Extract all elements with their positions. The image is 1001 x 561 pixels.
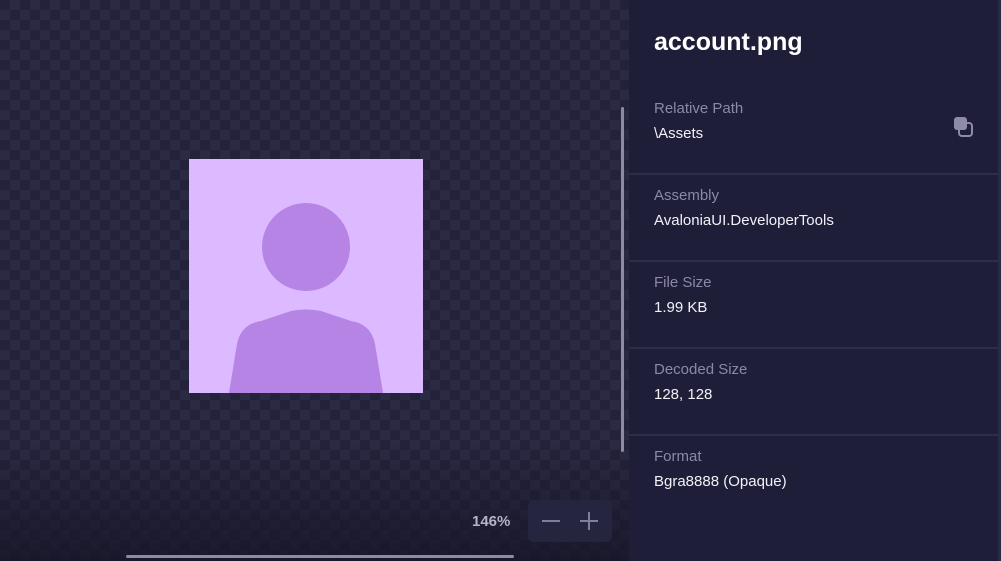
zoom-controls: 146% [472,500,612,542]
preview-image [189,159,423,393]
property-value: 128, 128 [654,386,713,403]
property-label: Assembly [654,187,720,204]
property-file-size: File Size 1.99 KB [629,262,998,349]
property-label: Format [654,448,702,465]
property-relative-path: Relative Path \Assets [629,88,998,175]
zoom-in-button[interactable] [570,502,608,540]
minus-icon [542,520,560,522]
horizontal-scrollbar[interactable] [126,555,514,558]
property-format: Format Bgra8888 (Opaque) [629,436,998,523]
property-value: AvaloniaUI.DeveloperTools [654,212,834,229]
vertical-scrollbar[interactable] [621,107,624,452]
copy-icon [954,117,973,137]
property-value: Bgra8888 (Opaque) [654,473,787,490]
asset-details-panel: account.png Relative Path \Assets Assemb… [629,0,1001,561]
property-label: File Size [654,274,712,291]
asset-viewer: 146% account.png Relative Path \Assets A… [0,0,1001,561]
property-assembly: Assembly AvaloniaUI.DeveloperTools [629,175,998,262]
property-decoded-size: Decoded Size 128, 128 [629,349,998,436]
plus-icon [580,512,598,530]
file-name-title: account.png [654,28,803,56]
zoom-out-button[interactable] [532,502,570,540]
zoom-level: 146% [472,512,511,530]
zoom-button-group [528,500,612,542]
person-icon [189,159,423,393]
property-label: Relative Path [654,100,744,117]
image-preview-pane[interactable]: 146% [0,0,629,561]
property-label: Decoded Size [654,361,748,378]
property-value: \Assets [654,125,704,142]
copy-button[interactable] [952,115,976,139]
property-value: 1.99 KB [654,299,708,316]
